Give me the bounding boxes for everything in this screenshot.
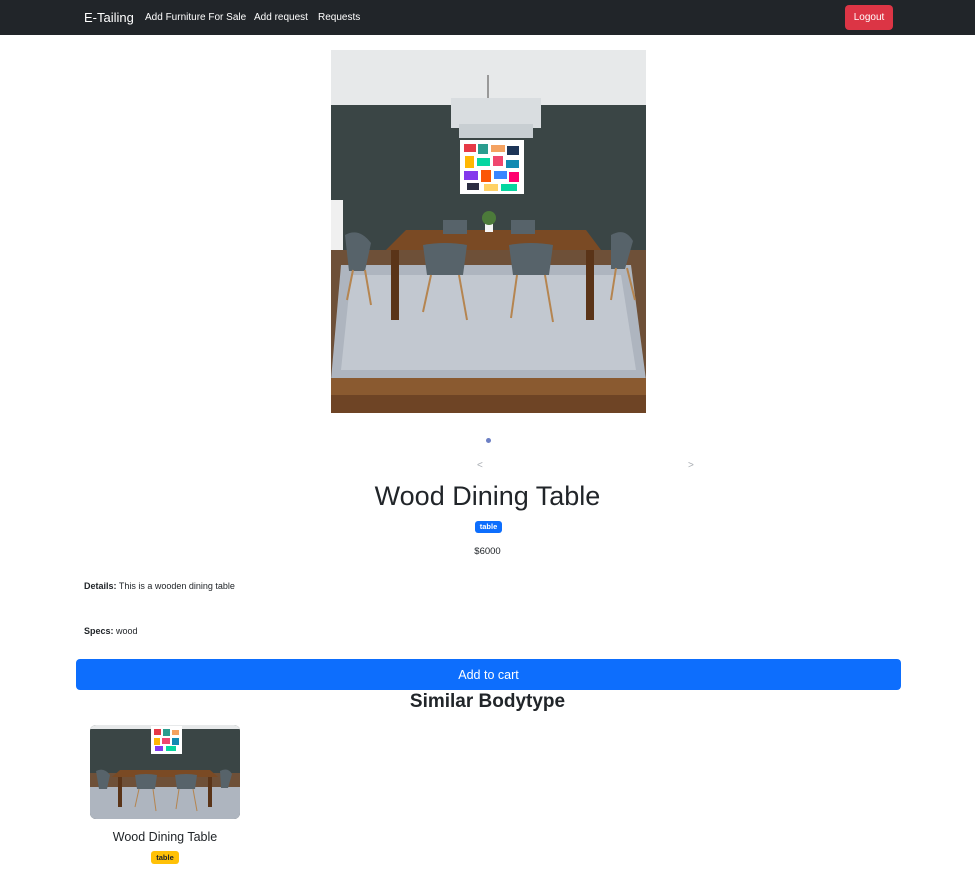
nav-link-add-furniture[interactable]: Add Furniture For Sale (145, 12, 246, 23)
carousel-indicator[interactable] (486, 438, 491, 443)
product-price: $6000 (474, 546, 501, 557)
navbar: E-Tailing Add Furniture For Sale Add req… (0, 0, 975, 35)
similar-item-image[interactable] (90, 725, 240, 819)
nav-link-requests[interactable]: Requests (318, 12, 360, 23)
product-title: Wood Dining Table (374, 481, 601, 511)
details-row: Details: This is a wooden dining table (84, 581, 235, 591)
brand-link[interactable]: E-Tailing (84, 10, 134, 25)
similar-heading: Similar Bodytype (409, 691, 566, 712)
product-image-carousel (331, 50, 646, 413)
specs-value: wood (116, 626, 138, 636)
add-to-cart-button[interactable]: Add to cart (76, 659, 901, 690)
specs-label: Specs: (84, 626, 114, 636)
category-badge: table (475, 521, 502, 533)
details-label: Details: (84, 581, 117, 591)
similar-item-photo (90, 725, 240, 819)
carousel-prev-button[interactable]: < (477, 460, 483, 471)
specs-row: Specs: wood (84, 626, 138, 636)
carousel-next-button[interactable]: > (688, 460, 694, 471)
logout-button[interactable]: Logout (845, 5, 893, 30)
details-value: This is a wooden dining table (118, 581, 235, 591)
dining-room-photo (331, 50, 646, 413)
nav-link-add-request[interactable]: Add request (254, 12, 308, 23)
similar-item-title[interactable]: Wood Dining Table (90, 830, 240, 844)
similar-item-badge: table (151, 851, 179, 864)
